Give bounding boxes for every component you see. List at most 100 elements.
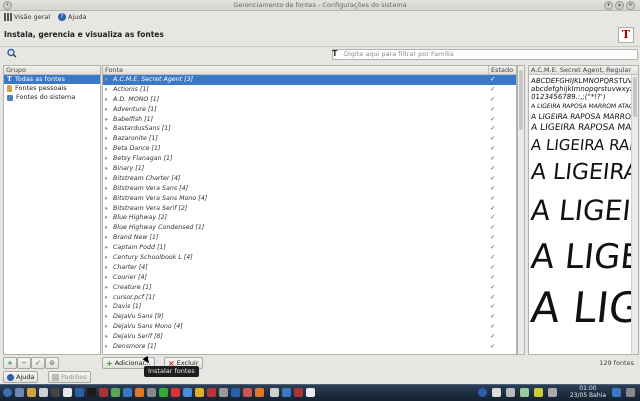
volume-tray-icon[interactable] — [506, 388, 515, 397]
app-icon[interactable] — [171, 388, 180, 397]
help-toolbar-button[interactable]: ? Ajuda — [58, 12, 86, 22]
preview-scroll-thumb[interactable] — [633, 77, 637, 117]
expand-arrow-icon[interactable]: ▸ — [105, 233, 108, 243]
enabled-check-icon[interactable]: ✓ — [490, 243, 495, 253]
expand-arrow-icon[interactable]: ▸ — [105, 85, 108, 95]
remove-group-button[interactable]: − — [17, 357, 31, 369]
app-icon[interactable] — [207, 388, 216, 397]
expand-arrow-icon[interactable]: ▸ — [105, 174, 108, 184]
taskbar-clock[interactable]: 01:00 23/05 Bahia — [570, 385, 606, 399]
defaults-button[interactable]: Padrões — [48, 371, 91, 383]
network-tray-icon[interactable] — [492, 388, 501, 397]
enabled-check-icon[interactable]: ✓ — [490, 342, 495, 352]
font-manager-task-icon[interactable] — [63, 388, 72, 397]
font-row[interactable]: ▸ BastardusSans [1] ✓ — [103, 124, 516, 134]
expand-arrow-icon[interactable]: ▸ — [105, 332, 108, 342]
font-row[interactable]: ▸ Century Schoolbook L [4] ✓ — [103, 253, 516, 263]
expand-arrow-icon[interactable]: ▸ — [105, 164, 108, 174]
expand-arrow-icon[interactable]: ▸ — [105, 154, 108, 164]
desktop-icon[interactable] — [15, 388, 24, 397]
enabled-check-icon[interactable]: ✓ — [490, 293, 495, 303]
expand-arrow-icon[interactable]: ▸ — [105, 95, 108, 105]
font-row[interactable]: ▸ Densmore [1] ✓ — [103, 342, 516, 352]
kickoff-menu-icon[interactable] — [3, 388, 12, 397]
font-row[interactable]: ▸ Adventure [1] ✓ — [103, 105, 516, 115]
font-row[interactable]: ▸ Bazaronite [1] ✓ — [103, 134, 516, 144]
font-row[interactable]: ▸ Babelfish [1] ✓ — [103, 115, 516, 125]
enabled-check-icon[interactable]: ✓ — [490, 332, 495, 342]
enabled-check-icon[interactable]: ✓ — [490, 213, 495, 223]
expand-arrow-icon[interactable]: ▸ — [105, 283, 108, 293]
clipboard-tray-icon[interactable] — [534, 388, 543, 397]
expand-arrow-icon[interactable]: ▸ — [105, 184, 108, 194]
enabled-check-icon[interactable]: ✓ — [490, 253, 495, 263]
app-icon[interactable] — [243, 388, 252, 397]
font-row[interactable]: ▸ Betsy Flanagan [1] ✓ — [103, 154, 516, 164]
enabled-check-icon[interactable]: ✓ — [490, 95, 495, 105]
expand-arrow-icon[interactable]: ▸ — [105, 134, 108, 144]
app-icon[interactable] — [75, 388, 84, 397]
app-icon[interactable] — [231, 388, 240, 397]
font-row[interactable]: ▸ Binary [1] ✓ — [103, 164, 516, 174]
expand-arrow-icon[interactable]: ▸ — [105, 253, 108, 263]
expand-arrow-icon[interactable]: ▸ — [105, 194, 108, 204]
font-row[interactable]: ▸ A.C.M.E. Secret Agent [3] ✓ — [103, 75, 516, 85]
enabled-check-icon[interactable]: ✓ — [490, 302, 495, 312]
battery-tray-icon[interactable] — [520, 388, 529, 397]
close-icon[interactable]: × — [626, 1, 635, 10]
app-icon[interactable] — [183, 388, 192, 397]
column-font[interactable]: Fonte — [105, 66, 123, 74]
enabled-check-icon[interactable]: ✓ — [490, 124, 495, 134]
maximize-icon[interactable]: ▴ — [615, 1, 624, 10]
disable-group-button[interactable]: ⊘ — [45, 357, 59, 369]
expand-arrow-icon[interactable]: ▸ — [105, 322, 108, 332]
font-row[interactable]: ▸ Captain Podd [1] ✓ — [103, 243, 516, 253]
expand-arrow-icon[interactable]: ▸ — [105, 105, 108, 115]
enabled-check-icon[interactable]: ✓ — [490, 273, 495, 283]
font-row[interactable]: ▸ Beta Dance [1] ✓ — [103, 144, 516, 154]
font-row[interactable]: ▸ DejaVu Serif [8] ✓ — [103, 332, 516, 342]
expand-arrow-icon[interactable]: ▸ — [105, 144, 108, 154]
enabled-check-icon[interactable]: ✓ — [490, 283, 495, 293]
enabled-check-icon[interactable]: ✓ — [490, 75, 495, 85]
font-row[interactable]: ▸ Blue Highway [2] ✓ — [103, 213, 516, 223]
enabled-check-icon[interactable]: ✓ — [490, 312, 495, 322]
font-row[interactable]: ▸ Bitstream Vera Serif [2] ✓ — [103, 204, 516, 214]
hp-tray-icon[interactable] — [478, 388, 487, 397]
app-icon[interactable] — [306, 388, 315, 397]
font-row[interactable]: ▸ Charter [4] ✓ — [103, 263, 516, 273]
app-icon[interactable] — [135, 388, 144, 397]
app-icon[interactable] — [219, 388, 228, 397]
expand-arrow-icon[interactable]: ▸ — [105, 213, 108, 223]
enabled-check-icon[interactable]: ✓ — [490, 85, 495, 95]
app-icon[interactable] — [294, 388, 303, 397]
font-row[interactable]: ▸ Davis [1] ✓ — [103, 302, 516, 312]
find-icon[interactable] — [6, 48, 18, 58]
font-list-scroll-thumb[interactable] — [519, 70, 523, 130]
expand-arrow-icon[interactable]: ▸ — [105, 273, 108, 283]
enabled-check-icon[interactable]: ✓ — [490, 144, 495, 154]
app-icon[interactable] — [282, 388, 291, 397]
font-row[interactable]: ▸ A.D. MONO [1] ✓ — [103, 95, 516, 105]
add-group-button[interactable]: + — [3, 357, 17, 369]
expand-arrow-icon[interactable]: ▸ — [105, 204, 108, 214]
app-icon[interactable] — [270, 388, 279, 397]
expand-arrow-icon[interactable]: ▸ — [105, 312, 108, 322]
app-icon[interactable] — [195, 388, 204, 397]
expand-arrow-icon[interactable]: ▸ — [105, 75, 108, 85]
app-icon[interactable] — [87, 388, 96, 397]
enabled-check-icon[interactable]: ✓ — [490, 174, 495, 184]
app-icon[interactable] — [99, 388, 108, 397]
enabled-check-icon[interactable]: ✓ — [490, 164, 495, 174]
font-row[interactable]: ▸ Courier [4] ✓ — [103, 273, 516, 283]
footer-help-button[interactable]: Ajuda — [3, 371, 39, 383]
font-row[interactable]: ▸ Bitstream Charter [4] ✓ — [103, 174, 516, 184]
font-row[interactable]: ▸ DejaVu Sans Mono [4] ✓ — [103, 322, 516, 332]
app-icon[interactable] — [123, 388, 132, 397]
group-item-all-fonts[interactable]: T Todas as fontes — [4, 75, 100, 84]
enabled-check-icon[interactable]: ✓ — [490, 322, 495, 332]
expand-arrow-icon[interactable]: ▸ — [105, 293, 108, 303]
font-row[interactable]: ▸ Actionis [1] ✓ — [103, 85, 516, 95]
expand-arrow-icon[interactable]: ▸ — [105, 115, 108, 125]
column-state[interactable]: Estado — [488, 66, 513, 74]
